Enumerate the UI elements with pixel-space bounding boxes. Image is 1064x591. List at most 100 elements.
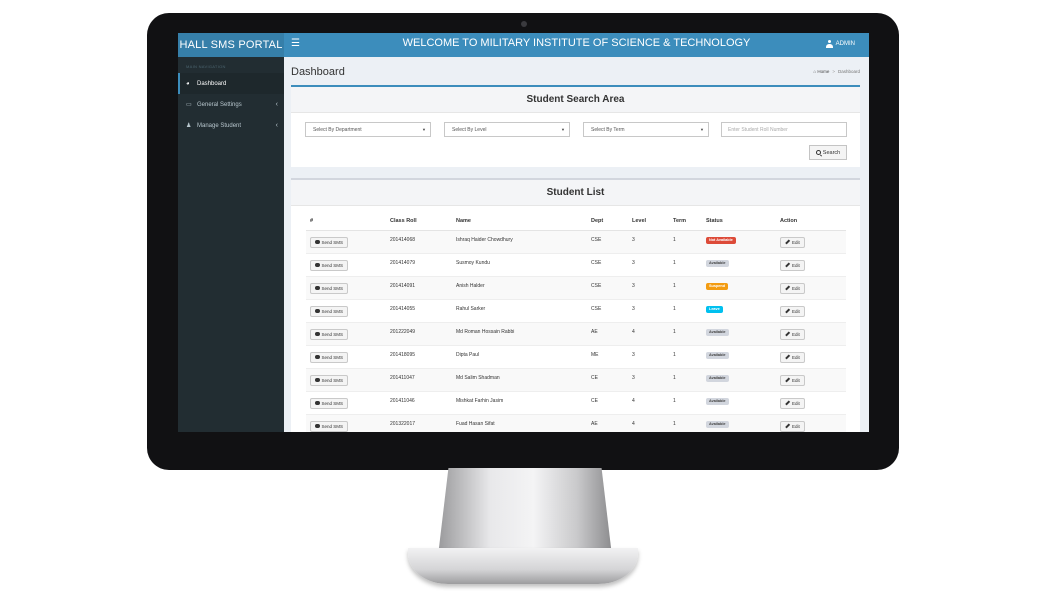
- level-cell: 3: [628, 344, 669, 368]
- app-logo[interactable]: HALL SMS PORTAL: [178, 33, 284, 57]
- column-header: Level: [628, 213, 669, 231]
- action-cell: Edit: [776, 321, 846, 345]
- sidebar-item-label: General Settings: [197, 101, 242, 108]
- send-sms-button[interactable]: Send SMS: [310, 397, 349, 409]
- term-select[interactable]: Select By Term ▼: [583, 122, 709, 137]
- status-cell: Available: [702, 252, 776, 276]
- send-sms-button[interactable]: Send SMS: [310, 374, 349, 386]
- level-select[interactable]: Select By Level ▼: [444, 122, 570, 137]
- sidebar-item-manage-student[interactable]: ♟ Manage Student ‹: [178, 115, 284, 136]
- caret-down-icon: ▼: [561, 127, 565, 132]
- send-sms-cell: Send SMS: [306, 252, 386, 276]
- level-cell: 4: [628, 390, 669, 414]
- action-cell: Edit: [776, 298, 846, 322]
- send-sms-cell: Send SMS: [306, 298, 386, 322]
- action-cell: Edit: [776, 252, 846, 276]
- send-sms-button[interactable]: Send SMS: [310, 328, 349, 340]
- status-badge: Available: [706, 351, 729, 359]
- dept-cell: AE: [587, 413, 628, 432]
- student-table: # Class Roll Name Dept Level Term Status…: [306, 213, 846, 432]
- send-sms-button[interactable]: Send SMS: [310, 236, 349, 248]
- edit-button[interactable]: Edit: [780, 259, 805, 271]
- class-roll-cell: 201411047: [386, 367, 452, 391]
- edit-button[interactable]: Edit: [780, 328, 805, 340]
- home-icon: ⌂: [813, 69, 817, 74]
- status-cell: Available: [702, 390, 776, 414]
- roll-number-input[interactable]: Enter Student Roll Number: [721, 122, 847, 137]
- dept-cell: CSE: [587, 229, 628, 253]
- search-icon: [815, 150, 821, 155]
- send-sms-label: Send SMS: [321, 377, 344, 383]
- sidebar-item-general-settings[interactable]: ▭ General Settings ‹: [178, 94, 284, 115]
- edit-button[interactable]: Edit: [780, 374, 805, 386]
- check-circle-icon: [315, 239, 320, 245]
- class-roll-cell: 201414055: [386, 298, 452, 322]
- sidebar-item-dashboard[interactable]: ◕ Dashboard: [178, 73, 284, 94]
- send-sms-label: Send SMS: [321, 354, 344, 360]
- edit-button[interactable]: Edit: [780, 305, 805, 317]
- name-cell: Mishkat Farhin Jasim: [452, 390, 587, 414]
- edit-button[interactable]: Edit: [780, 397, 805, 409]
- table-row: Send SMS 201418095 Dipta Paul ME 3 1 Available…: [306, 344, 846, 368]
- action-cell: Edit: [776, 229, 846, 253]
- dept-cell: CSE: [587, 252, 628, 276]
- term-cell: 1: [669, 252, 702, 276]
- status-cell: Available: [702, 367, 776, 391]
- action-cell: Edit: [776, 344, 846, 368]
- send-sms-label: Send SMS: [321, 262, 344, 268]
- search-button[interactable]: Search: [809, 145, 847, 160]
- table-row: Send SMS 201414079 Susmoy Kundu CSE 3 1 Availa…: [306, 252, 846, 276]
- send-sms-button[interactable]: Send SMS: [310, 420, 349, 432]
- class-roll-cell: 201414079: [386, 252, 452, 276]
- class-roll-cell: 201414091: [386, 275, 452, 299]
- chevron-left-icon: ‹: [275, 122, 278, 129]
- term-cell: 1: [669, 275, 702, 299]
- name-cell: Ishraq Haider Chowdhury: [452, 229, 587, 253]
- webcam: [521, 21, 527, 27]
- dept-cell: CSE: [587, 275, 628, 299]
- send-sms-cell: Send SMS: [306, 367, 386, 391]
- class-roll-cell: 201322017: [386, 413, 452, 432]
- edit-button[interactable]: Edit: [780, 236, 805, 248]
- edit-button[interactable]: Edit: [780, 420, 805, 432]
- status-badge: Not Available: [706, 236, 736, 244]
- name-cell: Md Salim Shadman: [452, 367, 587, 391]
- send-sms-label: Send SMS: [321, 308, 344, 314]
- sidebar-item-label: Manage Student: [197, 122, 242, 129]
- status-badge: Available: [706, 374, 729, 382]
- status-cell: Not Available: [702, 229, 776, 253]
- send-sms-label: Send SMS: [321, 331, 344, 337]
- send-sms-button[interactable]: Send SMS: [310, 282, 349, 294]
- edit-button[interactable]: Edit: [780, 351, 805, 363]
- pencil-icon: [785, 308, 790, 314]
- user-menu[interactable]: ADMIN: [825, 40, 855, 48]
- sidebar: MAIN NAVIGATION ◕ Dashboard ▭ General Se…: [178, 57, 284, 432]
- check-circle-icon: [315, 262, 320, 268]
- breadcrumb-home[interactable]: Home: [817, 69, 829, 74]
- status-cell: Available: [702, 344, 776, 368]
- search-panel-title: Student Search Area: [291, 87, 860, 113]
- table-row: Send SMS 201411046 Mishkat Farhin Jasim CE 4…: [306, 390, 846, 414]
- department-select[interactable]: Select By Department ▼: [305, 122, 431, 137]
- edit-label: Edit: [792, 239, 800, 245]
- send-sms-button[interactable]: Send SMS: [310, 351, 349, 363]
- name-cell: Md Roman Hossain Rabbi: [452, 321, 587, 345]
- edit-button[interactable]: Edit: [780, 282, 805, 294]
- name-cell: Susmoy Kundu: [452, 252, 587, 276]
- name-cell: Fuad Hasan Sifat: [452, 413, 587, 432]
- pencil-icon: [785, 423, 790, 429]
- column-header: Term: [669, 213, 702, 231]
- dept-cell: CE: [587, 367, 628, 391]
- level-cell: 3: [628, 275, 669, 299]
- action-cell: Edit: [776, 367, 846, 391]
- send-sms-cell: Send SMS: [306, 413, 386, 432]
- class-roll-cell: 201222049: [386, 321, 452, 345]
- send-sms-button[interactable]: Send SMS: [310, 305, 349, 317]
- level-cell: 4: [628, 321, 669, 345]
- student-list-title: Student List: [291, 180, 860, 206]
- column-header: Dept: [587, 213, 628, 231]
- department-select-value: Select By Department: [313, 126, 362, 133]
- status-cell: Suspend: [702, 275, 776, 299]
- send-sms-button[interactable]: Send SMS: [310, 259, 349, 271]
- send-sms-cell: Send SMS: [306, 275, 386, 299]
